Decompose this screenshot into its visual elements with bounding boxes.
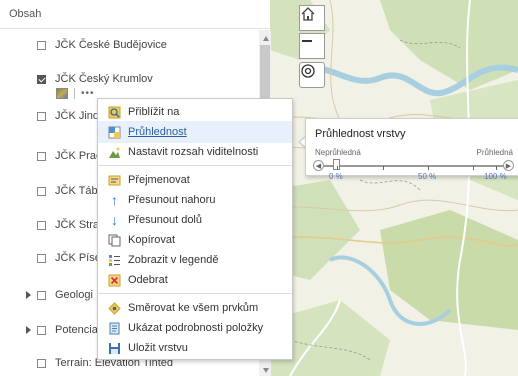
layer-item[interactable]: JČK Stra (37, 217, 99, 233)
layer-checkbox[interactable] (37, 325, 46, 335)
layer-item[interactable]: JČK Jind (37, 108, 99, 124)
details-icon (108, 322, 121, 335)
scroll-up-arrow-icon[interactable] (263, 36, 269, 41)
slider-tick (428, 166, 429, 170)
menu-item-show-details[interactable]: Ukázat podrobnosti položky (98, 317, 292, 339)
menu-item-label: Směrovat ke všem prvkům (128, 302, 259, 314)
menu-item-copy[interactable]: Kopírovat (98, 229, 292, 251)
home-button[interactable] (299, 5, 325, 31)
layer-checkbox[interactable] (37, 220, 46, 230)
menu-item-label: Přejmenovat (128, 174, 190, 186)
remove-icon (108, 274, 121, 287)
menu-item-zoom-to[interactable]: Přiblížit na (98, 101, 292, 123)
menu-item-label: Přiblížit na (128, 106, 180, 118)
expand-arrow-icon[interactable] (26, 291, 31, 299)
layer-checkbox[interactable] (37, 74, 46, 84)
menu-item-label: Průhlednost (128, 126, 187, 138)
menu-item-label: Kopírovat (128, 234, 176, 246)
scroll-down-arrow-icon[interactable] (263, 368, 269, 373)
menu-item-transparency[interactable]: Průhlednost (98, 121, 292, 143)
zoom-to-icon (108, 106, 121, 119)
zoom-out-icon (302, 40, 312, 42)
transparency-icon (108, 126, 121, 139)
layer-label: JČK Prac (55, 150, 102, 162)
arrow-down-icon: ↓ (111, 212, 118, 228)
layer-group-item[interactable]: Geologi (26, 287, 93, 303)
menu-item-label: Přesunout nahoru (128, 194, 216, 206)
layer-item[interactable]: JČK Prac (37, 148, 101, 164)
layer-checkbox[interactable] (37, 290, 46, 300)
slider-tick (473, 166, 474, 170)
rename-icon (108, 174, 121, 187)
save-icon (108, 342, 121, 355)
layer-checkbox[interactable] (37, 40, 46, 50)
menu-item-label: Zobrazit v legendě (128, 254, 219, 266)
expand-arrow-icon[interactable] (26, 326, 31, 334)
layer-item[interactable]: JČK České Budějovice (37, 37, 167, 53)
map-view[interactable] (270, 0, 518, 376)
transparent-label: Průhledná (476, 148, 513, 157)
layer-label: JČK České Budějovice (55, 39, 167, 51)
menu-item-visibility-range[interactable]: Nastavit rozsah viditelnosti (98, 141, 292, 163)
layer-label: JČK Píse (55, 252, 101, 264)
slider-tick (383, 166, 384, 170)
locate-button[interactable] (299, 62, 325, 88)
layer-group-item[interactable]: Potencia (26, 322, 98, 338)
slider-decrease-icon[interactable]: ◀ (313, 160, 324, 171)
transparency-title: Průhlednost vrstvy (315, 128, 406, 140)
menu-item-navigate-features[interactable]: Směrovat ke všem prvkům (98, 297, 292, 319)
tick-label: 0 % (329, 172, 343, 181)
slider-increase-icon[interactable]: ▶ (503, 160, 514, 171)
locate-icon (301, 64, 315, 78)
menu-item-label: Přesunout dolů (128, 214, 202, 226)
layer-context-menu: Přiblížit na Průhlednost Nastavit rozsah… (97, 98, 293, 360)
layer-label: Geologi (55, 289, 93, 301)
more-options-icon[interactable]: ••• (81, 88, 95, 99)
panel-title: Obsah (0, 0, 270, 29)
legend-icon (108, 254, 121, 267)
layer-legend-row: ••• (56, 88, 95, 99)
transparency-slider-track[interactable] (320, 165, 509, 167)
menu-item-label: Nastavit rozsah viditelnosti (128, 146, 259, 158)
layer-label: Potencia (55, 324, 98, 336)
layer-label: JČK Jind (55, 110, 100, 122)
menu-item-label: Uložit vrstvu (128, 342, 188, 354)
layer-checkbox[interactable] (37, 186, 46, 196)
opaque-label: Neprůhledná (315, 148, 361, 157)
menu-divider (98, 165, 292, 166)
menu-item-show-in-legend[interactable]: Zobrazit v legendě (98, 249, 292, 271)
layer-item[interactable]: JČK Český Krumlov (37, 71, 153, 87)
home-icon (301, 7, 315, 21)
menu-item-remove[interactable]: Odebrat (98, 269, 292, 291)
slider-tick (496, 166, 497, 170)
menu-divider (98, 293, 292, 294)
divider (74, 88, 75, 99)
zoom-out-button[interactable] (299, 33, 325, 59)
menu-item-move-up[interactable]: ↑ Přesunout nahoru (98, 189, 292, 211)
transparency-popup: Průhlednost vrstvy Neprůhledná Průhledná… (305, 118, 518, 181)
menu-item-save-layer[interactable]: Uložit vrstvu (98, 337, 292, 359)
navigate-features-icon (108, 301, 121, 315)
layer-label: JČK Český Krumlov (55, 73, 153, 85)
layer-checkbox[interactable] (37, 111, 46, 121)
tick-label: 100 % (484, 172, 507, 181)
layer-checkbox[interactable] (37, 358, 46, 368)
tick-label: 50 % (418, 172, 437, 181)
layer-label: JČK Stra (55, 219, 100, 231)
layer-checkbox[interactable] (37, 253, 46, 263)
visibility-range-icon (108, 146, 121, 159)
arrow-up-icon: ↑ (111, 192, 118, 208)
menu-item-label: Ukázat podrobnosti položky (128, 322, 264, 334)
menu-item-move-down[interactable]: ↓ Přesunout dolů (98, 209, 292, 231)
layer-checkbox[interactable] (37, 151, 46, 161)
menu-item-label: Odebrat (128, 274, 168, 286)
copy-icon (108, 234, 121, 247)
layer-item[interactable]: JČK Tábo (37, 183, 104, 199)
slider-tick (337, 166, 338, 170)
menu-item-rename[interactable]: Přejmenovat (98, 169, 292, 191)
legend-swatch-icon (56, 88, 68, 99)
layer-item[interactable]: JČK Píse (37, 250, 101, 266)
